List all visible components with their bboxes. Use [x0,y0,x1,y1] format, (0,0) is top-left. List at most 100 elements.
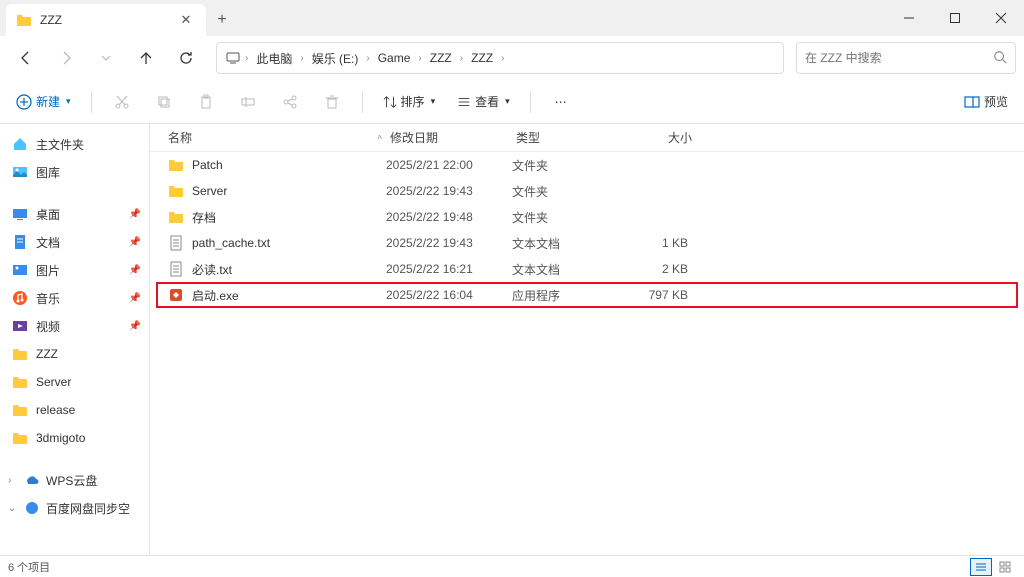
copy-button[interactable] [146,86,182,118]
thumbnails-view-button[interactable] [994,558,1016,576]
folder-icon [168,157,184,173]
file-date: 2025/2/22 19:43 [386,184,512,198]
more-button[interactable]: ⋯ [543,86,579,118]
view-button[interactable]: 查看 ▾ [449,86,518,118]
view-toggle [970,558,1016,576]
gallery-icon [12,164,28,180]
back-button[interactable] [8,42,44,74]
pc-icon [225,50,241,66]
search-input[interactable] [805,51,987,65]
folder-icon [12,374,28,390]
chevron-right-icon[interactable]: › [8,475,18,486]
sidebar-item-zzz[interactable]: ZZZ [0,340,149,368]
details-view-button[interactable] [970,558,992,576]
toolbar: 新建 ▾ 排序 ▾ 查看 ▾ ⋯ 预览 [0,80,1024,124]
refresh-button[interactable] [168,42,204,74]
share-button[interactable] [272,86,308,118]
file-size: 797 KB [620,288,700,302]
sort-button[interactable]: 排序 ▾ [375,86,444,118]
rename-button[interactable] [230,86,266,118]
sidebar-item-label: 音乐 [36,290,60,307]
folder-icon [168,183,184,199]
file-type: 应用程序 [512,287,620,304]
new-button[interactable]: 新建 ▾ [8,86,79,118]
file-row[interactable]: path_cache.txt2025/2/22 19:43文本文档1 KB [156,230,1018,256]
video-icon [12,318,28,334]
paste-button[interactable] [188,86,224,118]
file-name: 必读.txt [192,261,232,278]
sidebar-home[interactable]: 主文件夹 [0,130,149,158]
sidebar-item-label: 视频 [36,318,60,335]
tab-close-icon[interactable]: ✕ [176,12,196,28]
sidebar-item-视频[interactable]: 视频📌 [0,312,149,340]
search-icon [993,50,1007,67]
sidebar-cloud-wps[interactable]: › WPS云盘 [0,466,149,494]
sidebar-item-release[interactable]: release [0,396,149,424]
status-bar: 6 个项目 [0,555,1024,577]
crumb-zzz2[interactable]: ZZZ [467,51,497,65]
minimize-button[interactable] [886,0,932,36]
delete-button[interactable] [314,86,350,118]
sidebar-item-图片[interactable]: 图片📌 [0,256,149,284]
file-type: 文件夹 [512,157,620,174]
file-type: 文件夹 [512,183,620,200]
maximize-button[interactable] [932,0,978,36]
chevron-down-icon: ▾ [66,96,71,107]
file-name: 存档 [192,209,216,226]
new-tab-button[interactable]: + [206,4,238,36]
file-row[interactable]: Patch2025/2/21 22:00文件夹 [156,152,1018,178]
folder-icon [168,209,184,225]
sidebar-cloud-baidu[interactable]: ⌄ 百度网盘同步空 [0,494,149,522]
search-box[interactable] [796,42,1016,74]
column-name[interactable]: 名称 ˄ [150,129,390,146]
window-tab[interactable]: ZZZ ✕ [6,4,206,36]
sidebar-gallery[interactable]: 图库 [0,158,149,186]
file-name: Server [192,184,227,198]
file-type: 文本文档 [512,261,620,278]
file-row[interactable]: 必读.txt2025/2/22 16:21文本文档2 KB [156,256,1018,282]
crumb-zzz1[interactable]: ZZZ [426,51,456,65]
crumb-pc[interactable]: 此电脑 [252,50,296,67]
file-row[interactable]: Server 2025/2/22 19:43文件夹 [156,178,1018,204]
column-size[interactable]: 大小 [624,129,704,146]
file-name: 启动.exe [192,287,239,304]
chevron-down-icon[interactable]: ⌄ [8,503,18,514]
cloud-icon [24,472,40,488]
column-date[interactable]: 修改日期 [390,129,516,146]
folder-icon [12,346,28,362]
chevron-right-icon[interactable]: › [243,53,250,64]
sort-label: 排序 [401,93,425,110]
new-label: 新建 [36,93,60,110]
cut-button[interactable] [104,86,140,118]
chevron-right-icon[interactable]: › [458,53,465,64]
crumb-drive[interactable]: 娱乐 (E:) [308,50,363,67]
close-button[interactable] [978,0,1024,36]
column-type[interactable]: 类型 [516,129,624,146]
sort-indicator-icon: ˄ [377,133,382,142]
breadcrumb[interactable]: › 此电脑 › 娱乐 (E:) › Game › ZZZ › ZZZ › [216,42,784,74]
pin-icon: 📌 [129,293,141,304]
preview-button[interactable]: 预览 [956,86,1016,118]
sidebar-item-label: 文档 [36,234,60,251]
chevron-right-icon[interactable]: › [416,53,423,64]
up-button[interactable] [128,42,164,74]
file-row[interactable]: 启动.exe2025/2/22 16:04应用程序797 KB [156,282,1018,308]
sidebar-item-音乐[interactable]: 音乐 📌 [0,284,149,312]
folder-icon [16,12,32,28]
sidebar-item-server[interactable]: Server [0,368,149,396]
sidebar-item-桌面[interactable]: 桌面📌 [0,200,149,228]
file-row[interactable]: 存档2025/2/22 19:48文件夹 [156,204,1018,230]
file-type: 文本文档 [512,235,620,252]
chevron-right-icon[interactable]: › [364,53,371,64]
chevron-right-icon[interactable]: › [298,53,305,64]
sidebar-item-3dmigoto[interactable]: 3dmigoto [0,424,149,452]
sidebar-home-label: 主文件夹 [36,136,84,153]
file-date: 2025/2/21 22:00 [386,158,512,172]
navbar: › 此电脑 › 娱乐 (E:) › Game › ZZZ › ZZZ › [0,36,1024,80]
forward-button[interactable] [48,42,84,74]
sidebar-item-文档[interactable]: 文档📌 [0,228,149,256]
crumb-game[interactable]: Game [374,51,415,65]
file-name: path_cache.txt [192,236,270,250]
recent-dropdown[interactable] [88,42,124,74]
chevron-right-icon[interactable]: › [499,53,506,64]
